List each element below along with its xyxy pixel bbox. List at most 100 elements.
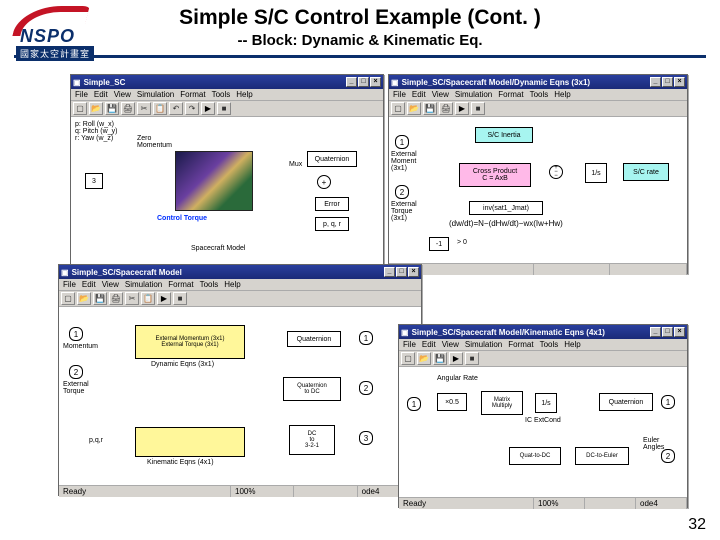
tool-new[interactable]: ▢ xyxy=(391,102,405,115)
menubar[interactable]: File Edit View Simulation Format Tools H… xyxy=(389,89,687,101)
menu-simulation[interactable]: Simulation xyxy=(455,90,492,99)
inport-1[interactable]: 1 xyxy=(395,135,409,149)
block-dynamic-eqns[interactable]: External Momentum (3x1) External Torque … xyxy=(135,325,245,359)
window-dynamic-eqns[interactable]: ▣ Simple_SC/Spacecraft Model/Dynamic Eqn… xyxy=(388,74,688,274)
menu-tools[interactable]: Tools xyxy=(530,90,549,99)
outport-3[interactable]: 3 xyxy=(359,431,373,445)
close-button[interactable]: × xyxy=(408,267,419,277)
tool-stop[interactable]: ■ xyxy=(471,102,485,115)
model-canvas[interactable]: 1 External Moment (3x1) 2 External Torqu… xyxy=(389,117,687,263)
menu-tools[interactable]: Tools xyxy=(200,280,219,289)
outport-2[interactable]: 2 xyxy=(359,381,373,395)
minimize-button[interactable]: _ xyxy=(650,327,661,337)
block-matmul[interactable]: Matrix Multiply xyxy=(481,391,523,415)
tool-cut[interactable]: ✂ xyxy=(137,102,151,115)
inport-1[interactable]: 1 xyxy=(69,327,83,341)
minimize-button[interactable]: _ xyxy=(650,77,661,87)
maximize-button[interactable]: □ xyxy=(396,267,407,277)
maximize-button[interactable]: □ xyxy=(662,327,673,337)
titlebar[interactable]: ▣ Simple_SC/Spacecraft Model _ □ × xyxy=(59,265,421,279)
block-invj[interactable]: inv(sat1_Jmat) xyxy=(469,201,543,215)
menu-view[interactable]: View xyxy=(114,90,131,99)
tool-run[interactable]: ▶ xyxy=(455,102,469,115)
menubar[interactable]: File Edit View Simulation Format Tools H… xyxy=(71,89,383,101)
menu-help[interactable]: Help xyxy=(554,90,570,99)
inport-2[interactable]: 2 xyxy=(395,185,409,199)
tool-stop[interactable]: ■ xyxy=(465,352,479,365)
minimize-button[interactable]: _ xyxy=(384,267,395,277)
maximize-button[interactable]: □ xyxy=(662,77,673,87)
toolbar[interactable]: ▢ 📂 💾 🖨 ▶ ■ xyxy=(389,101,687,117)
tool-open[interactable]: 📂 xyxy=(417,352,431,365)
block-gain-neg1[interactable]: -1 xyxy=(429,237,449,251)
close-button[interactable]: × xyxy=(674,77,685,87)
window-kinematic-eqns[interactable]: ▣ Simple_SC/Spacecraft Model/Kinematic E… xyxy=(398,324,688,508)
block-kinematic-eqns[interactable] xyxy=(135,427,245,457)
menubar[interactable]: File Edit View Simulation Format Tools H… xyxy=(59,279,421,291)
block-cross-product[interactable]: Cross Product C = AxB xyxy=(459,163,531,187)
menu-view[interactable]: View xyxy=(432,90,449,99)
tool-paste[interactable]: 📋 xyxy=(153,102,167,115)
tool-new[interactable]: ▢ xyxy=(61,292,75,305)
block-quaternion[interactable]: Quaternion xyxy=(287,331,341,347)
toolbar[interactable]: ▢ 📂 💾 ▶ ■ xyxy=(399,351,687,367)
block-sc-inertia[interactable]: S/C Inertia xyxy=(475,127,533,143)
block-sum[interactable]: + xyxy=(317,175,331,189)
tool-undo[interactable]: ↶ xyxy=(169,102,183,115)
menu-simulation[interactable]: Simulation xyxy=(125,280,162,289)
tool-stop[interactable]: ■ xyxy=(173,292,187,305)
tool-open[interactable]: 📂 xyxy=(407,102,421,115)
window-sc-model[interactable]: ▣ Simple_SC/Spacecraft Model _ □ × File … xyxy=(58,264,422,496)
menu-edit[interactable]: Edit xyxy=(422,340,436,349)
block-sc-rate[interactable]: S/C rate xyxy=(623,163,669,181)
tool-print[interactable]: 🖨 xyxy=(109,292,123,305)
menu-help[interactable]: Help xyxy=(224,280,240,289)
toolbar[interactable]: ▢ 📂 💾 🖨 ✂ 📋 ▶ ■ xyxy=(59,291,421,307)
minimize-button[interactable]: _ xyxy=(346,77,357,87)
tool-open[interactable]: 📂 xyxy=(89,102,103,115)
menu-simulation[interactable]: Simulation xyxy=(137,90,174,99)
menu-file[interactable]: File xyxy=(63,280,76,289)
close-button[interactable]: × xyxy=(370,77,381,87)
menu-file[interactable]: File xyxy=(393,90,406,99)
menu-format[interactable]: Format xyxy=(168,280,193,289)
menu-format[interactable]: Format xyxy=(508,340,533,349)
titlebar[interactable]: ▣ Simple_SC _ □ × xyxy=(71,75,383,89)
menu-help[interactable]: Help xyxy=(564,340,580,349)
outport-1[interactable]: 1 xyxy=(359,331,373,345)
block-half[interactable]: ×0.5 xyxy=(437,393,467,411)
menu-help[interactable]: Help xyxy=(236,90,252,99)
model-canvas[interactable]: p: Roll (w_x) q: Pitch (w_y) r: Yaw (w_z… xyxy=(71,117,383,267)
block-integrator[interactable]: 1/s xyxy=(535,393,557,413)
tool-run[interactable]: ▶ xyxy=(449,352,463,365)
block-quaternion[interactable]: Quaternion xyxy=(307,151,357,167)
toolbar[interactable]: ▢ 📂 💾 🖨 ✂ 📋 ↶ ↷ ▶ ■ xyxy=(71,101,383,117)
inport-2[interactable]: 2 xyxy=(69,365,83,379)
block-pqr[interactable]: p, q, r xyxy=(315,217,349,231)
menu-file[interactable]: File xyxy=(403,340,416,349)
menu-simulation[interactable]: Simulation xyxy=(465,340,502,349)
tool-run[interactable]: ▶ xyxy=(157,292,171,305)
menu-format[interactable]: Format xyxy=(180,90,205,99)
inport-1[interactable]: 1 xyxy=(407,397,421,411)
menu-edit[interactable]: Edit xyxy=(94,90,108,99)
block-sum[interactable]: + − − xyxy=(549,165,563,179)
tool-print[interactable]: 🖨 xyxy=(439,102,453,115)
menu-tools[interactable]: Tools xyxy=(540,340,559,349)
tool-open[interactable]: 📂 xyxy=(77,292,91,305)
menu-view[interactable]: View xyxy=(102,280,119,289)
block-q2dc[interactable]: Quat-to-DC xyxy=(509,447,561,465)
model-canvas[interactable]: 1 Momentum 2 External Torque External Mo… xyxy=(59,307,421,485)
tool-print[interactable]: 🖨 xyxy=(121,102,135,115)
maximize-button[interactable]: □ xyxy=(358,77,369,87)
tool-save[interactable]: 💾 xyxy=(93,292,107,305)
block-dc2euler[interactable]: DC-to-Euler xyxy=(575,447,629,465)
tool-save[interactable]: 💾 xyxy=(105,102,119,115)
tool-paste[interactable]: 📋 xyxy=(141,292,155,305)
block-quat2dc[interactable]: Quaternion to DC xyxy=(283,377,341,401)
outport-1[interactable]: 1 xyxy=(661,395,675,409)
menu-view[interactable]: View xyxy=(442,340,459,349)
tool-run[interactable]: ▶ xyxy=(201,102,215,115)
titlebar[interactable]: ▣ Simple_SC/Spacecraft Model/Dynamic Eqn… xyxy=(389,75,687,89)
menu-edit[interactable]: Edit xyxy=(82,280,96,289)
